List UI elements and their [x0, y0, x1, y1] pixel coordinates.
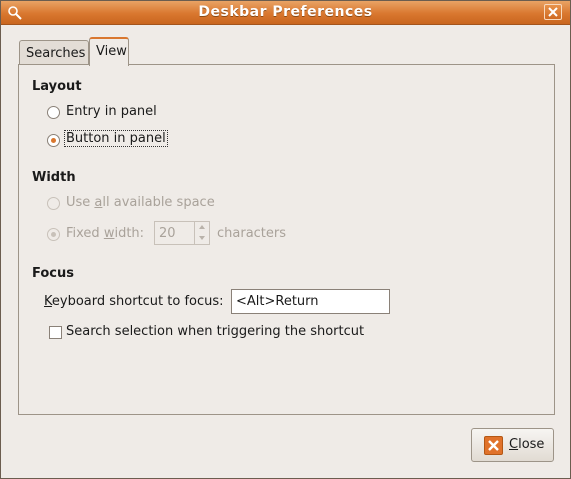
title-bar[interactable]: Deskbar Preferences: [1, 1, 570, 25]
fixed-width-text-b: idth:: [114, 226, 145, 241]
shortcut-label-text: eyboard shortcut to focus:: [51, 294, 224, 309]
fixed-width-label[interactable]: Fixed width:: [66, 226, 144, 241]
close-label-text: lose: [518, 437, 545, 452]
entry-in-panel-label[interactable]: Entry in panel: [66, 104, 157, 119]
button-in-panel-label[interactable]: Button in panel: [64, 130, 168, 147]
entry-in-panel-radio[interactable]: [47, 106, 60, 119]
spin-down-icon[interactable]: [195, 233, 209, 244]
close-icon: [484, 436, 503, 455]
close-mnemonic: C: [509, 437, 519, 452]
use-all-space-radio[interactable]: [47, 197, 60, 210]
characters-label: characters: [217, 226, 287, 241]
window-title: Deskbar Preferences: [198, 4, 373, 20]
tab-view[interactable]: View: [89, 37, 129, 66]
fixed-width-value: 20: [159, 226, 176, 241]
close-icon: [548, 7, 558, 17]
titlebar-close-button[interactable]: [544, 4, 562, 20]
use-all-space-text-a: Use: [66, 195, 95, 210]
focus-heading: Focus: [32, 266, 74, 281]
close-button[interactable]: Close: [471, 428, 554, 462]
button-in-panel-text: Button in panel: [64, 130, 168, 147]
shortcut-mnemonic: K: [44, 294, 52, 309]
shortcut-label: Keyboard shortcut to focus:: [44, 294, 224, 309]
layout-heading: Layout: [32, 79, 82, 94]
shortcut-input[interactable]: <Alt>Return: [231, 289, 390, 314]
use-all-space-text-b: ll available space: [102, 195, 215, 210]
fixed-width-mnemonic: w: [103, 226, 115, 241]
search-selection-checkbox[interactable]: [49, 326, 62, 339]
tab-searches-label: Searches: [26, 46, 86, 61]
fixed-width-spinbutton[interactable]: 20: [154, 221, 210, 245]
use-all-space-label[interactable]: Use all available space: [66, 195, 215, 210]
spin-up-icon[interactable]: [195, 222, 209, 233]
fixed-width-text-a: Fixed: [66, 226, 104, 241]
spin-buttons[interactable]: [194, 222, 209, 244]
preferences-window: Deskbar Preferences Searches View Layout…: [0, 0, 571, 479]
close-button-label: Close: [509, 437, 544, 452]
fixed-width-radio[interactable]: [47, 228, 60, 241]
search-selection-label[interactable]: Search selection when triggering the sho…: [66, 324, 364, 339]
button-in-panel-radio[interactable]: [47, 134, 60, 147]
tab-view-label: View: [96, 44, 127, 59]
width-heading: Width: [32, 170, 76, 185]
tab-searches[interactable]: Searches: [19, 40, 89, 64]
